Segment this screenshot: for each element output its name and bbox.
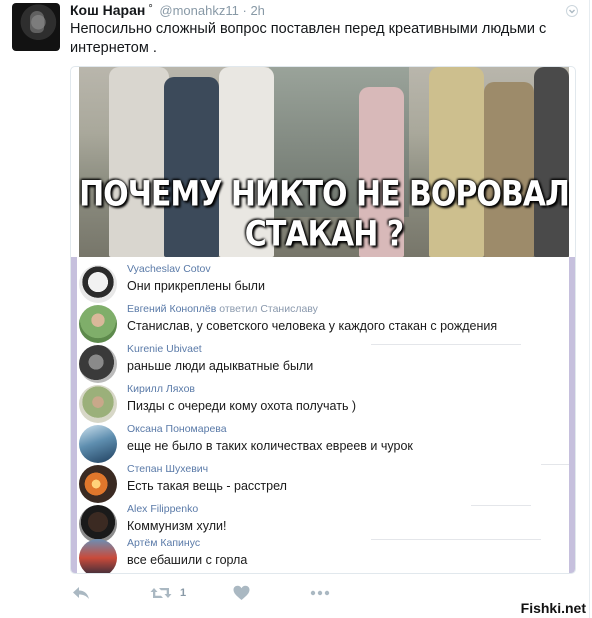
retweet-icon: [150, 585, 172, 601]
like-button[interactable]: [233, 583, 250, 603]
commenter-name-text[interactable]: Vyacheslav Cotov: [127, 263, 211, 275]
commenter-name[interactable]: Артём Капинус: [127, 537, 200, 549]
chevron-down-icon[interactable]: [566, 4, 578, 17]
commenter-name[interactable]: Alex Filippenko: [127, 503, 198, 515]
commenter-avatar[interactable]: [79, 425, 117, 463]
comment-item: Степан Шухевич Есть такая вещь - расстре…: [77, 461, 569, 503]
more-dots-icon: [310, 590, 330, 596]
retweet-count: 1: [180, 587, 187, 599]
media-card[interactable]: ПОЧЕМУ НИКТО НЕ ВОРОВАЛ СТАКАН ? Vyaches…: [70, 66, 576, 574]
commenter-name[interactable]: Оксана Пономарева: [127, 423, 227, 435]
commenter-avatar[interactable]: [79, 465, 117, 503]
commenter-name-text[interactable]: Степан Шухевич: [127, 463, 208, 475]
comment-item: Артём Капинус все ебашили с горла: [77, 535, 569, 573]
commenter-name-text[interactable]: Оксана Пономарева: [127, 423, 227, 435]
commenter-name[interactable]: Vyacheslav Cotov: [127, 263, 211, 275]
author-avatar[interactable]: [12, 3, 60, 51]
comment-text: Пизды с очереди кому охота получать ): [127, 399, 357, 413]
tweet: Кош Наран ° @monahkz11 · 2h Непосильно сл…: [0, 0, 592, 618]
commenter-name[interactable]: Kurenie Ubivaet: [127, 343, 202, 355]
commenter-name-text[interactable]: Alex Filippenko: [127, 503, 198, 515]
author-handle[interactable]: @monahkz11: [159, 3, 238, 18]
reply-target[interactable]: Станиславу: [260, 303, 318, 315]
comment-text: раньше люди адыкватные были: [127, 359, 314, 373]
comment-text: еще не было в таких количествах евреев и…: [127, 439, 413, 453]
right-border-bar: [569, 257, 575, 573]
commenter-name[interactable]: Кирилл Ляхов: [127, 383, 195, 395]
tweet-text: Непосильно сложный вопрос поставлен пере…: [70, 21, 547, 56]
reply-icon: [72, 585, 90, 601]
commenter-avatar[interactable]: [79, 265, 117, 303]
commenter-name-text[interactable]: Артём Капинус: [127, 537, 200, 549]
comment-item: Vyacheslav Cotov Они прикреплены были: [77, 261, 569, 303]
commenter-name[interactable]: Степан Шухевич: [127, 463, 208, 475]
separator-dot: ·: [242, 3, 247, 18]
timestamp[interactable]: 2h: [250, 3, 264, 18]
commenter-avatar[interactable]: [79, 385, 117, 423]
comments-screenshot: Vyacheslav Cotov Они прикреплены были Ев…: [71, 257, 575, 573]
heart-icon: [233, 585, 250, 601]
comment-item: Кирилл Ляхов Пизды с очереди кому охота …: [77, 381, 569, 423]
tweet-actions: 1: [70, 583, 370, 605]
commenter-name-text[interactable]: Евгений Коноплёв: [127, 303, 216, 315]
meme-photo[interactable]: ПОЧЕМУ НИКТО НЕ ВОРОВАЛ СТАКАН ?: [79, 67, 569, 257]
timeline-border: [589, 0, 590, 618]
more-button[interactable]: [310, 583, 330, 603]
reply-button[interactable]: [72, 583, 90, 603]
comment-text: Коммунизм хули!: [127, 519, 227, 533]
meme-caption-line1: ПОЧЕМУ НИКТО НЕ ВОРОВАЛ: [79, 174, 569, 215]
commenter-avatar[interactable]: [79, 305, 117, 343]
tweet-header: Кош Наран ° @monahkz11 · 2h: [70, 2, 265, 18]
reply-label: ответил: [219, 303, 258, 315]
author-name[interactable]: Кош Наран: [70, 2, 145, 18]
comment-text: Есть такая вещь - расстрел: [127, 479, 287, 493]
commenter-avatar[interactable]: [79, 345, 117, 383]
commenter-name-text[interactable]: Кирилл Ляхов: [127, 383, 195, 395]
commenter-avatar[interactable]: [79, 539, 117, 573]
comment-text: Они прикреплены были: [127, 279, 265, 293]
author-badge: °: [148, 3, 153, 15]
meme-caption-line2: СТАКАН ?: [244, 214, 404, 255]
commenter-name[interactable]: Евгений Коноплёв ответил Станиславу: [127, 303, 318, 315]
comment-text: все ебашили с горла: [127, 553, 248, 567]
comment-item: Kurenie Ubivaet раньше люди адыкватные б…: [77, 341, 569, 383]
watermark: Fishki.net: [520, 600, 586, 616]
retweet-button[interactable]: 1: [150, 583, 186, 603]
comment-item: Оксана Пономарева еще не было в таких ко…: [77, 421, 569, 463]
comment-item: Евгений Коноплёв ответил Станиславу Стан…: [77, 301, 569, 343]
comment-text: Станислав, у советского человека у каждо…: [127, 319, 498, 333]
commenter-name-text[interactable]: Kurenie Ubivaet: [127, 343, 202, 355]
